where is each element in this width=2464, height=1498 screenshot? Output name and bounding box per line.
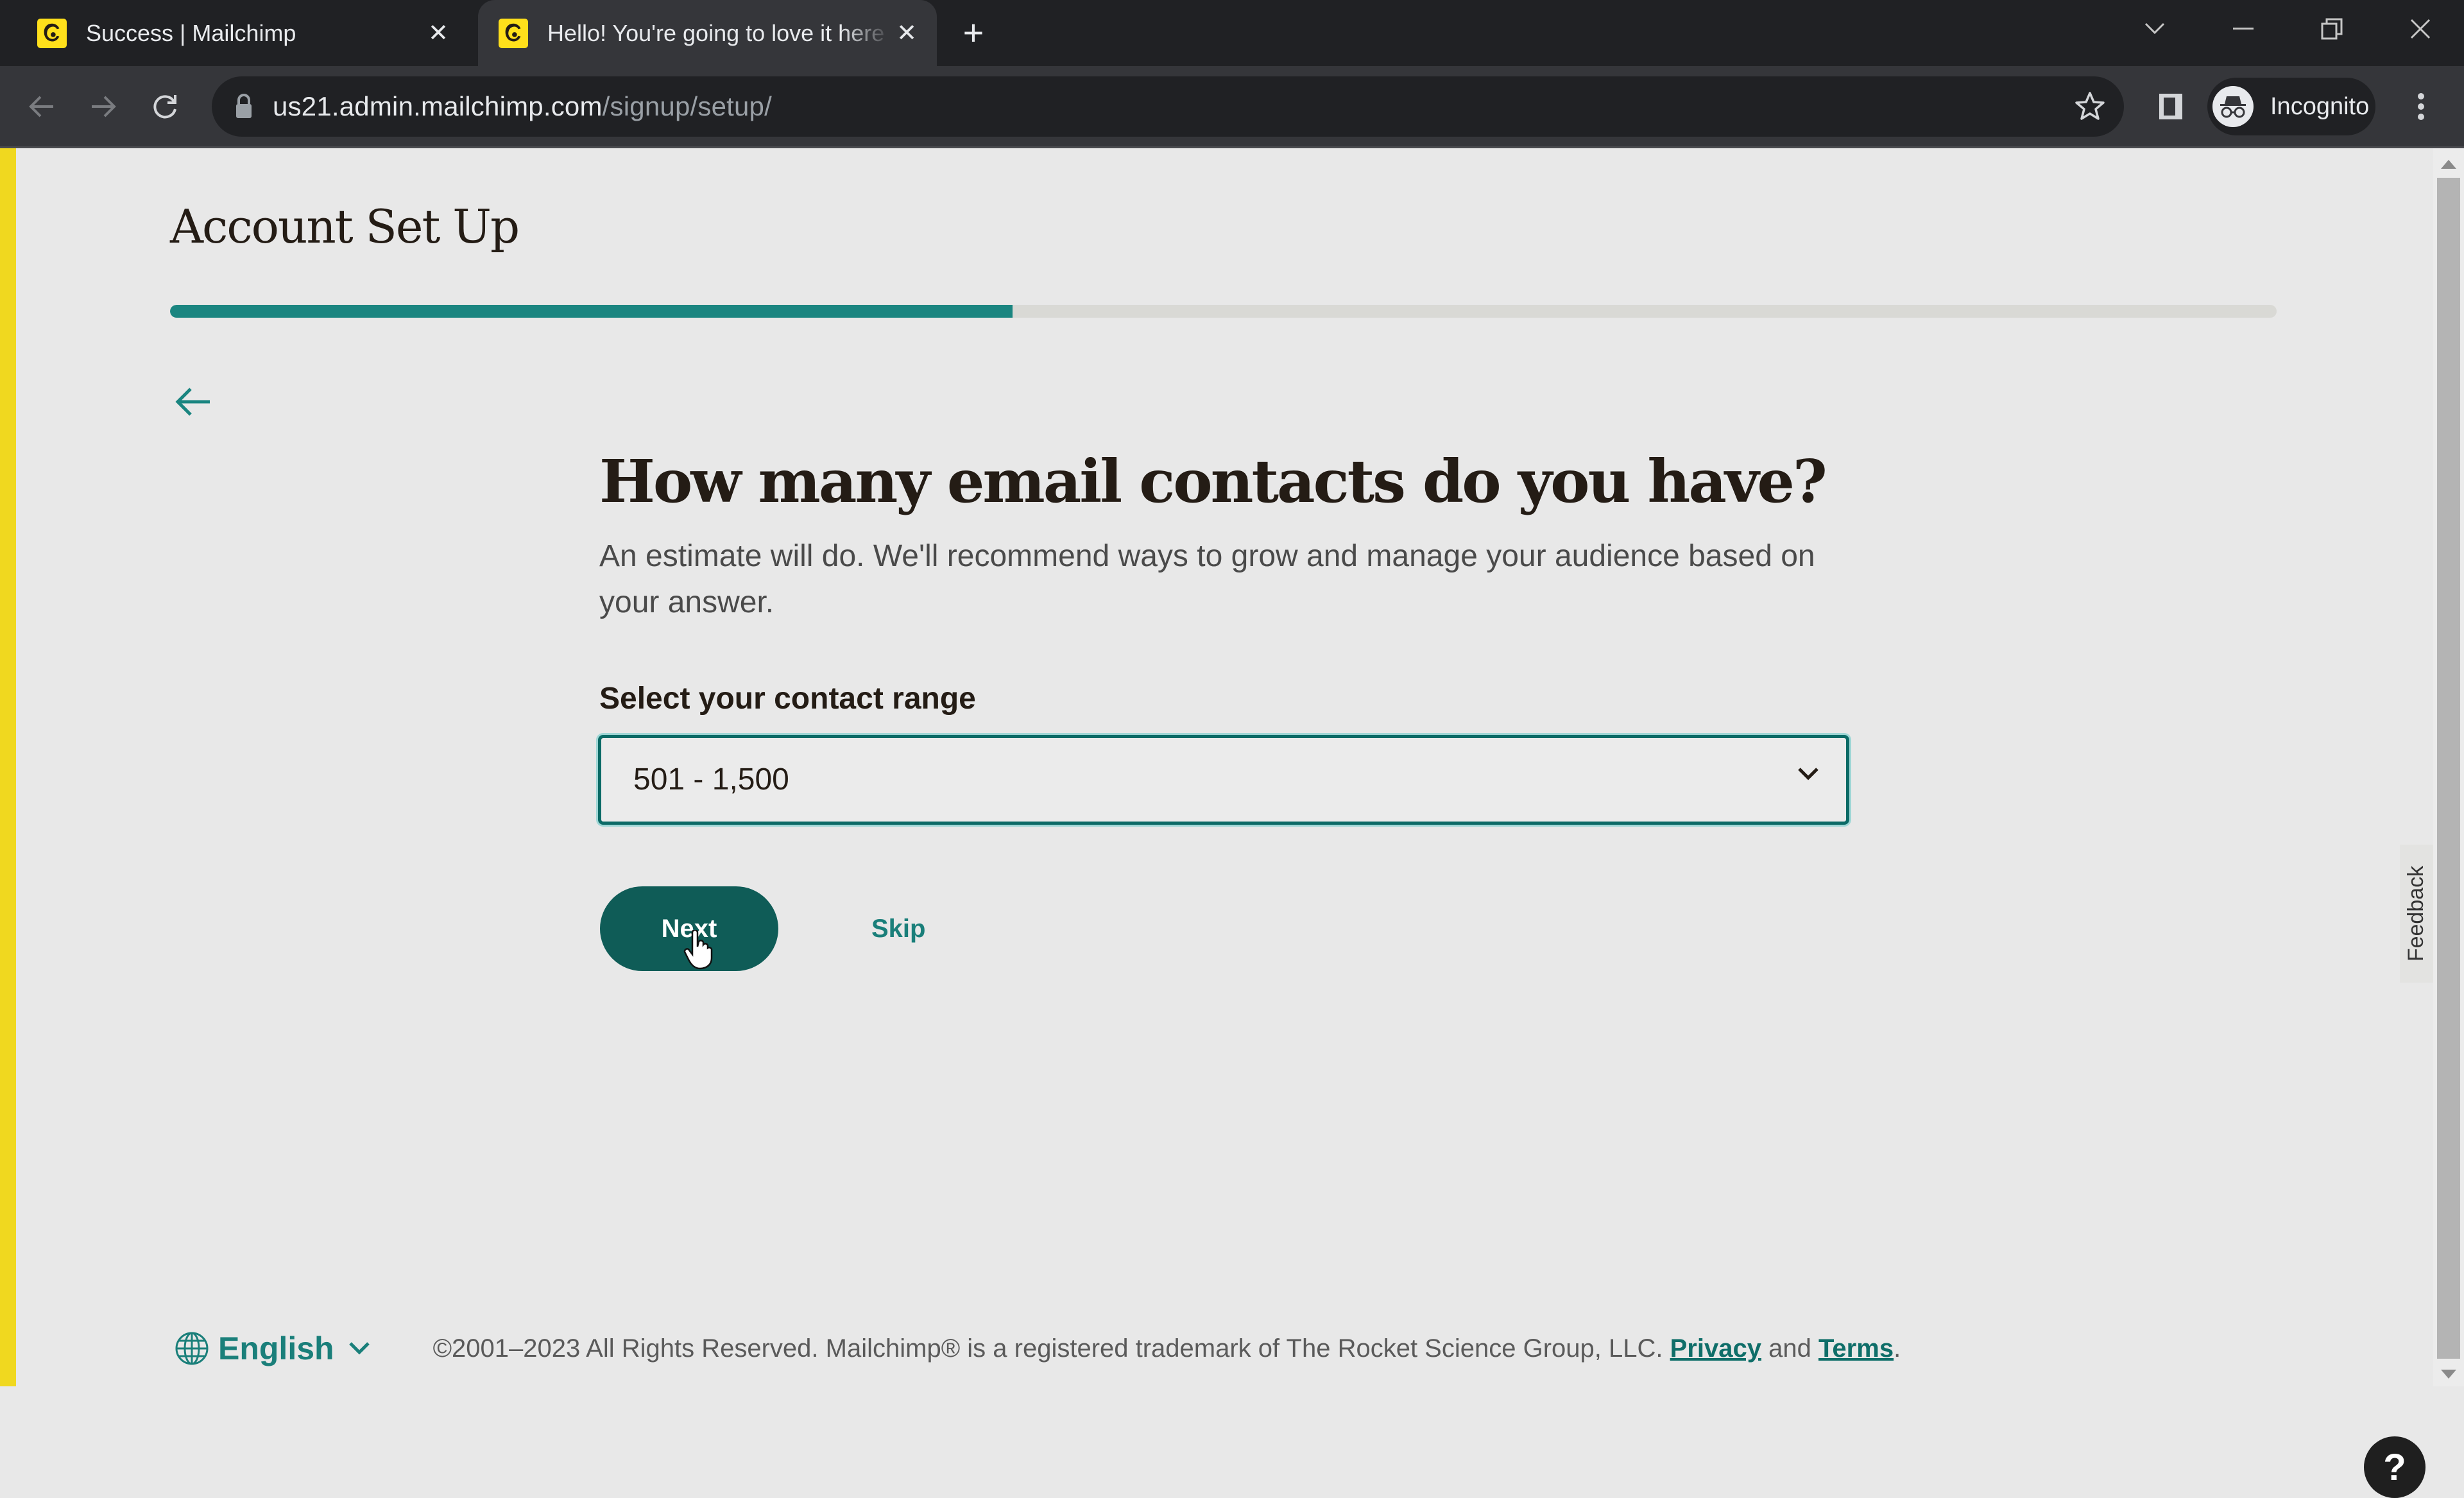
close-icon bbox=[2410, 19, 2431, 39]
browser-menu-button[interactable] bbox=[2400, 85, 2442, 128]
hand-cursor-icon bbox=[683, 929, 713, 973]
mailchimp-logo-icon bbox=[499, 18, 528, 48]
close-icon[interactable]: ✕ bbox=[424, 19, 453, 48]
tab-search-button[interactable] bbox=[2135, 13, 2174, 45]
tab-title: Hello! You're going to love it here bbox=[547, 19, 885, 46]
progress-bar bbox=[170, 305, 2277, 318]
question-heading: How many email contacts do you have? bbox=[599, 447, 1827, 516]
scroll-down-arrow-icon[interactable] bbox=[2441, 1370, 2456, 1379]
minimize-button[interactable] bbox=[2224, 13, 2263, 45]
restore-button[interactable] bbox=[2313, 13, 2351, 45]
select-value: 501 - 1,500 bbox=[633, 762, 789, 796]
question-description: An estimate will do. We'll recommend way… bbox=[599, 539, 1815, 619]
incognito-profile-button[interactable]: Incognito bbox=[2207, 78, 2375, 135]
page-content: Account Set Up How many email contacts d… bbox=[0, 148, 2433, 1498]
progress-fill bbox=[170, 305, 1013, 318]
skip-link[interactable]: Skip bbox=[871, 886, 925, 971]
feedback-tab[interactable]: Feedback bbox=[2400, 845, 2433, 983]
chevron-down-icon bbox=[1797, 767, 1819, 784]
contact-range-select[interactable]: 501 - 1,500 bbox=[598, 735, 1849, 825]
minimize-icon bbox=[2233, 28, 2254, 30]
copyright-text: ©2001–2023 All Rights Reserved. Mailchim… bbox=[432, 1334, 1663, 1363]
tab-title: Success | Mailchimp bbox=[86, 19, 296, 46]
privacy-link[interactable]: Privacy bbox=[1670, 1334, 1761, 1363]
reload-button[interactable] bbox=[144, 85, 186, 128]
period-text: . bbox=[1894, 1334, 1901, 1363]
footer: English ©2001–2023 All Rights Reserved. … bbox=[175, 1329, 1901, 1368]
brand-stripe bbox=[0, 148, 16, 1386]
bookmark-star-icon[interactable] bbox=[2074, 90, 2106, 126]
back-button[interactable] bbox=[21, 85, 63, 128]
language-label: English bbox=[218, 1330, 334, 1366]
url-text[interactable]: us21.admin.mailchimp.com/signup/setup/ bbox=[273, 76, 772, 137]
scroll-up-arrow-icon[interactable] bbox=[2441, 160, 2456, 169]
url-path: /signup/setup/ bbox=[602, 91, 772, 121]
restore-icon bbox=[2321, 18, 2343, 40]
browser-tab-active[interactable]: Hello! You're going to love it here ✕ bbox=[478, 0, 937, 66]
incognito-icon bbox=[2212, 86, 2254, 127]
mailchimp-logo-icon bbox=[37, 18, 67, 48]
arrow-left-icon bbox=[29, 96, 53, 117]
back-step-button[interactable] bbox=[171, 379, 216, 424]
globe-icon bbox=[175, 1332, 209, 1365]
help-button[interactable]: ? bbox=[2364, 1436, 2426, 1498]
arrow-left-icon bbox=[175, 388, 210, 416]
page-title: Account Set Up bbox=[170, 200, 520, 254]
forward-button[interactable] bbox=[82, 85, 124, 128]
close-window-button[interactable] bbox=[2401, 13, 2440, 45]
close-icon[interactable]: ✕ bbox=[892, 19, 921, 48]
incognito-label: Incognito bbox=[2270, 92, 2370, 120]
url-host: us21.admin.mailchimp.com bbox=[273, 91, 603, 121]
lock-icon bbox=[235, 94, 253, 123]
browser-toolbar: us21.admin.mailchimp.com/signup/setup/ I… bbox=[0, 66, 2464, 148]
chevron-down-icon bbox=[2144, 22, 2165, 35]
arrow-right-icon bbox=[92, 96, 116, 117]
side-panel-button[interactable] bbox=[2150, 85, 2192, 128]
terms-link[interactable]: Terms bbox=[1818, 1334, 1894, 1363]
contact-range-label: Select your contact range bbox=[599, 682, 976, 716]
browser-tab-bar: Success | Mailchimp ✕ Hello! You're goin… bbox=[0, 0, 2464, 66]
feedback-label: Feedback bbox=[2404, 865, 2429, 962]
browser-tab[interactable]: Success | Mailchimp ✕ bbox=[0, 0, 468, 66]
language-selector[interactable]: English bbox=[175, 1330, 379, 1367]
reload-icon bbox=[153, 95, 176, 119]
side-panel-icon bbox=[2159, 94, 2182, 119]
new-tab-button[interactable]: + bbox=[957, 15, 989, 51]
page-scrollbar[interactable] bbox=[2433, 148, 2464, 1386]
address-bar[interactable]: us21.admin.mailchimp.com/signup/setup/ bbox=[212, 76, 2124, 137]
and-text: and bbox=[1768, 1334, 1811, 1363]
kebab-menu-icon bbox=[2418, 93, 2424, 120]
chevron-down-icon bbox=[348, 1342, 370, 1355]
scroll-thumb[interactable] bbox=[2437, 178, 2460, 1359]
